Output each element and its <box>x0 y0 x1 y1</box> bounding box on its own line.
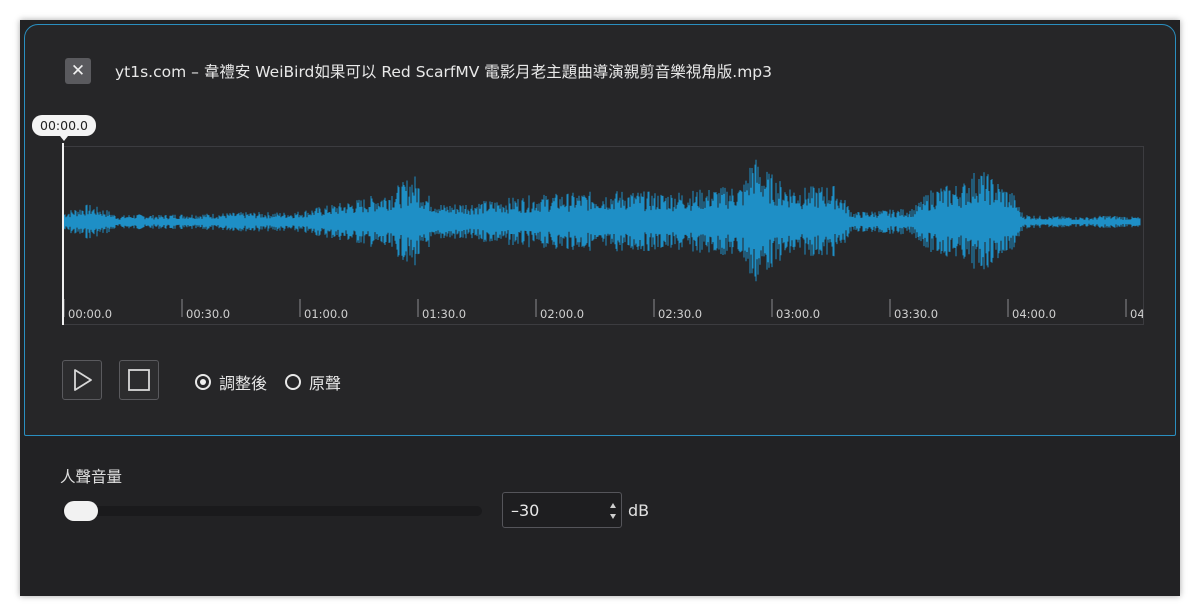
play-icon <box>74 369 92 391</box>
timeline-tick-label: 02:30.0 <box>658 307 702 321</box>
file-title: yt1s.com – 韋禮安 WeiBird如果可以 Red ScarfMV 電… <box>115 63 773 81</box>
timeline-tick-label: 02:00.0 <box>540 307 584 321</box>
waveform-display[interactable]: 00:00.0 00:30.0 01:00.0 01:30.0 02:00.0 02:30… <box>62 146 1144 325</box>
stepper-down-icon[interactable] <box>610 514 616 519</box>
timeline-tick-label: 01:00.0 <box>304 307 348 321</box>
playhead-time-bubble: 00:00.0 <box>32 115 96 141</box>
timeline-tick-label: 01:30.0 <box>422 307 466 321</box>
timeline-tick-label: 00:30.0 <box>186 307 230 321</box>
waveform-svg: 00:00.0 00:30.0 01:00.0 01:30.0 02:00.0 02:30… <box>63 159 1143 321</box>
close-button[interactable]: ✕ <box>65 58 91 84</box>
vocal-volume-slider-track[interactable] <box>62 506 482 516</box>
radio-adjusted[interactable]: 調整後 <box>195 370 267 394</box>
radio-adjusted-label: 調整後 <box>219 374 268 393</box>
stop-button[interactable] <box>119 360 159 400</box>
audio-editor-window: ✕ yt1s.com – 韋禮安 WeiBird如果可以 Red ScarfMV… <box>20 20 1180 596</box>
db-unit-label: dB <box>628 501 650 520</box>
db-value-stepper[interactable]: –30 <box>502 492 622 528</box>
play-button[interactable] <box>62 360 102 400</box>
playback-mode-group: 調整後 原聲 <box>195 370 359 394</box>
db-value: –30 <box>511 501 540 520</box>
vocal-volume-slider-thumb[interactable] <box>64 501 98 521</box>
timeline-tick-label: 03:30.0 <box>894 307 938 321</box>
timeline-tick-label: 03:00.0 <box>776 307 820 321</box>
stepper-up-icon[interactable] <box>610 503 616 508</box>
timeline-tick-label: 04:00.0 <box>1012 307 1056 321</box>
timeline-tick-label: 04 <box>1130 307 1143 321</box>
timeline-tick-label: 00:00.0 <box>68 307 112 321</box>
waveform-panel: ✕ yt1s.com – 韋禮安 WeiBird如果可以 Red ScarfMV… <box>24 24 1176 436</box>
radio-checked-icon <box>195 374 211 390</box>
radio-original[interactable]: 原聲 <box>285 370 341 394</box>
radio-original-label: 原聲 <box>309 374 342 393</box>
radio-unchecked-icon <box>285 374 302 390</box>
stop-icon <box>128 369 150 391</box>
vocal-volume-label: 人聲音量 <box>60 468 123 486</box>
playhead-line[interactable] <box>62 143 64 325</box>
close-icon: ✕ <box>70 61 86 81</box>
waveform-path <box>63 159 1141 282</box>
